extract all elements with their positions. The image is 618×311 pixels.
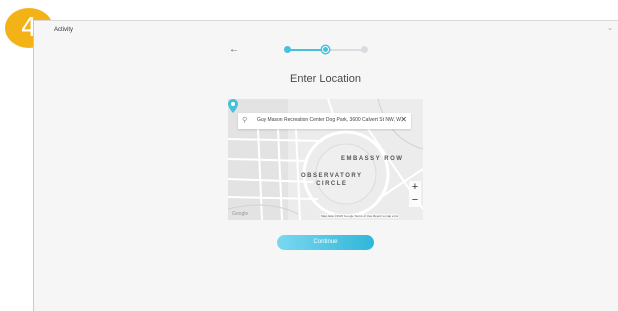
- step-1-dot: [284, 46, 291, 53]
- zoom-out-button[interactable]: −: [409, 194, 421, 207]
- chevron-down-icon[interactable]: ⌄: [607, 24, 613, 32]
- back-arrow-icon[interactable]: ←: [229, 44, 239, 55]
- map-label-line: CIRCLE: [316, 181, 348, 187]
- search-input-value[interactable]: Guy Mason Recreation Center Dog Park, 36…: [257, 117, 401, 123]
- search-icon: ⚲: [242, 117, 248, 124]
- step-3-dot: [361, 46, 368, 53]
- location-search-input[interactable]: ⚲ Guy Mason Recreation Center Dog Park, …: [238, 113, 411, 129]
- stepper-line-incomplete: [326, 49, 364, 51]
- zoom-in-button[interactable]: +: [409, 181, 421, 194]
- map-attribution[interactable]: Map data ©2020 Google Terms of Use Repor…: [320, 214, 400, 218]
- map-label-line: OBSERVATORY: [301, 173, 363, 179]
- map-label-embassy-row: EMBASSY ROW: [341, 156, 404, 162]
- continue-button[interactable]: Continue: [277, 235, 374, 250]
- page-title: Enter Location: [290, 73, 361, 85]
- zoom-controls: + −: [409, 181, 421, 207]
- close-icon[interactable]: ✕: [400, 115, 407, 124]
- map-label-observatory-circle: OBSERVATORY CIRCLE: [301, 172, 363, 188]
- stepper-line-complete: [288, 49, 326, 51]
- progress-stepper: [284, 46, 368, 54]
- google-logo: Google: [232, 211, 249, 217]
- window-title: Activity: [54, 27, 74, 33]
- map-pin-icon[interactable]: [228, 99, 238, 113]
- location-map[interactable]: EMBASSY ROW OBSERVATORY CIRCLE ⚲ Guy Mas…: [228, 99, 423, 220]
- step-2-dot-current: [322, 46, 329, 53]
- title-bar: Activity ⌄: [34, 21, 618, 43]
